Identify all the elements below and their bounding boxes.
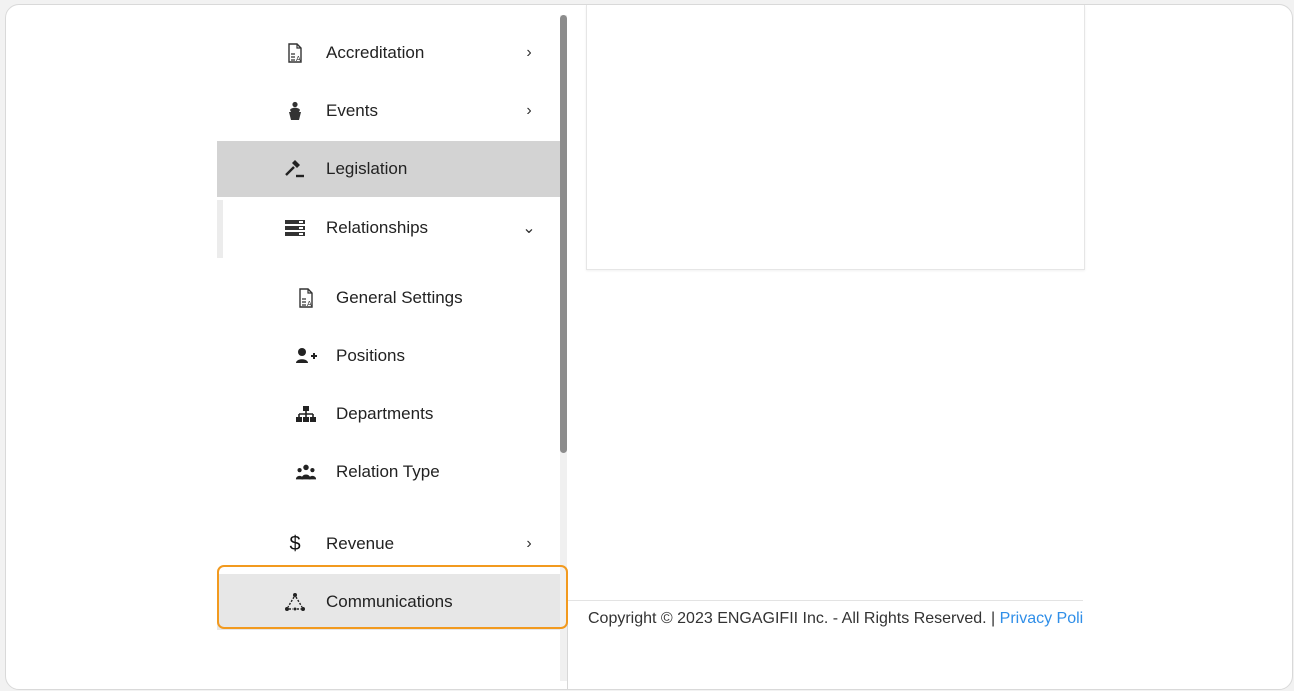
document-a-icon: A	[284, 42, 306, 64]
sidebar-item-label: Legislation	[326, 159, 408, 178]
sidebar-item-label: Communications	[326, 592, 453, 611]
app-window: A Accreditation › Events › Legislation R…	[5, 4, 1293, 690]
sidebar-subitem-general-settings[interactable]: A General Settings	[217, 270, 560, 326]
sidebar-subitem-positions[interactable]: Positions	[217, 328, 560, 384]
document-a-icon: A	[295, 287, 317, 309]
network-icon	[284, 591, 306, 613]
group-icon	[295, 461, 317, 483]
chevron-down-icon: ⌄	[522, 220, 536, 237]
sidebar-subitem-departments[interactable]: Departments	[217, 386, 560, 442]
sidebar-item-label: Positions	[336, 346, 405, 365]
sidebar-item-label: Events	[326, 101, 378, 120]
sidebar-item-legislation[interactable]: Legislation	[217, 141, 560, 197]
user-plus-icon	[295, 345, 317, 367]
sidebar-item-events[interactable]: Events ›	[217, 83, 560, 139]
sidebar-item-label: Relationships	[326, 218, 429, 237]
sidebar-item-label: Revenue	[326, 534, 395, 553]
svg-text:A: A	[296, 56, 301, 63]
sidebar-item-label: Relation Type	[336, 462, 440, 481]
sidebar-item-accreditation[interactable]: A Accreditation ›	[217, 25, 560, 81]
footer: Copyright © 2023 ENGAGIFII Inc. - All Ri…	[588, 610, 1083, 634]
chevron-right-icon: ›	[526, 44, 532, 61]
sidebar-item-label: Accreditation	[326, 43, 425, 62]
chevron-right-icon: ›	[526, 535, 532, 552]
sidebar: A Accreditation › Events › Legislation R…	[217, 5, 560, 689]
chevron-right-icon: ›	[526, 102, 532, 119]
speaker-podium-icon	[284, 100, 306, 122]
svg-text:A: A	[307, 301, 312, 308]
privacy-policy-link[interactable]: Privacy Policy	[1000, 610, 1083, 627]
sidebar-scrollbar-thumb[interactable]	[560, 15, 567, 453]
server-stack-icon	[284, 217, 306, 239]
content-panel	[586, 5, 1085, 270]
sidebar-item-revenue[interactable]: $ Revenue ›	[217, 516, 560, 572]
sidebar-item-label: General Settings	[336, 288, 463, 307]
sidebar-item-label: Departments	[336, 404, 434, 423]
dollar-icon: $	[289, 532, 301, 555]
sidebar-item-relationships[interactable]: Relationships ⌄	[217, 200, 560, 256]
org-chart-icon	[295, 403, 317, 425]
gavel-icon	[284, 158, 306, 180]
sidebar-item-communications[interactable]: Communications	[217, 574, 560, 630]
sidebar-subitem-relation-type[interactable]: Relation Type	[217, 444, 560, 500]
footer-divider	[567, 600, 1083, 601]
copyright-text: Copyright © 2023 ENGAGIFII Inc. - All Ri…	[588, 610, 1000, 627]
